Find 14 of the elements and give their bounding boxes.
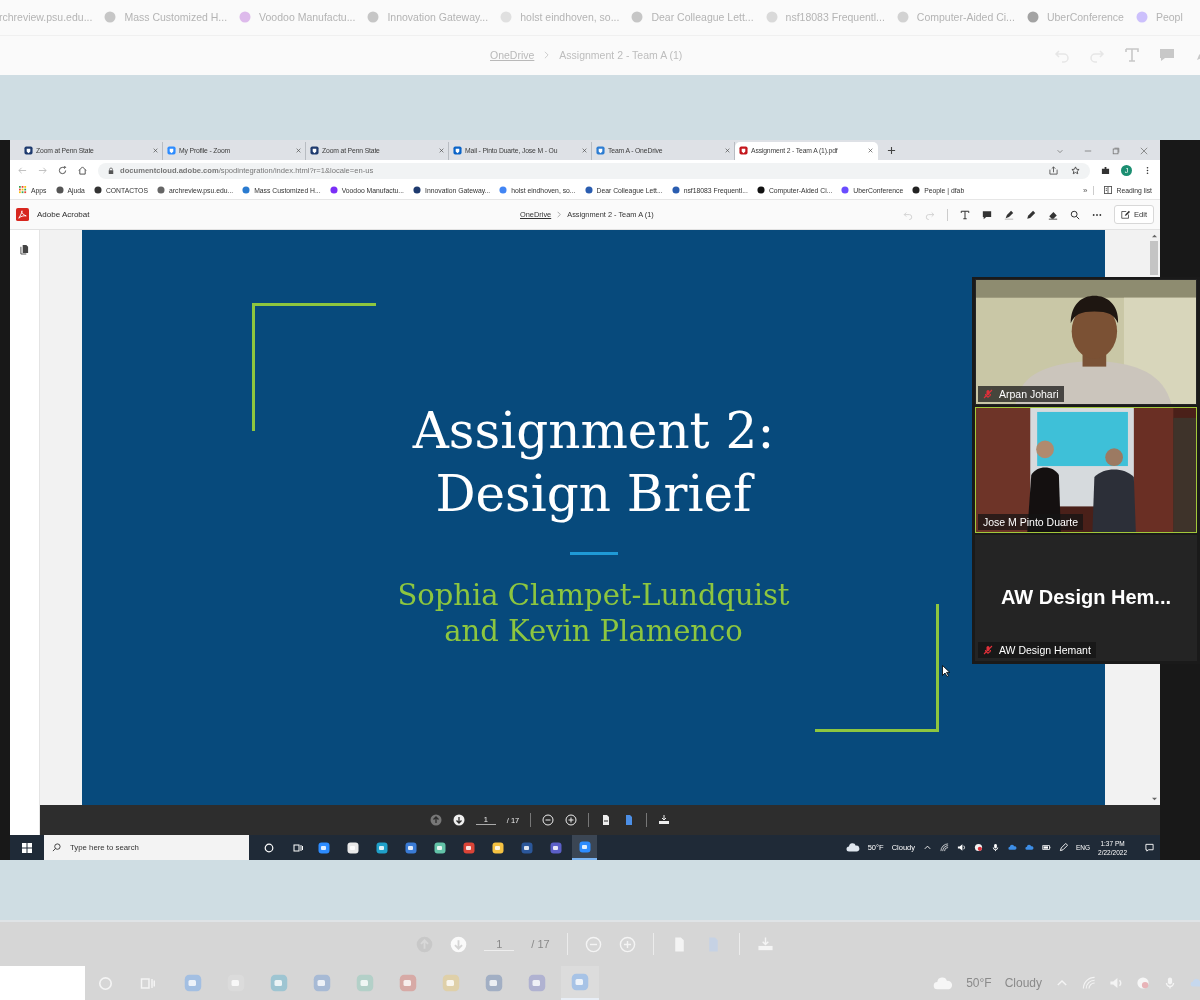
video-tile[interactable]: Jose M Pinto Duarte [975, 407, 1197, 533]
video-tile[interactable]: AW Design Hem... AW Design Hemant [975, 535, 1197, 661]
page-count: / 17 [531, 938, 550, 950]
app-name: Adobe Acrobat [37, 210, 90, 220]
participant-name: AW Design Hem... [1000, 586, 1172, 609]
slide-subtitle: Sophia Clampet-Lundquist and Kevin Plamenco [397, 577, 790, 649]
name-label: Arpan Johari [978, 386, 1064, 402]
video-tile[interactable]: Arpan Johari [975, 279, 1197, 405]
name-label: AW Design Hemant [978, 642, 1096, 658]
temperature: 50°F [966, 976, 992, 990]
name-label: Jose M Pinto Duarte [978, 514, 1084, 530]
slide-title: Assignment 2: Design Brief [412, 401, 775, 525]
more-bookmarks-button[interactable]: » [1083, 185, 1095, 195]
weather-text: Cloudy [1004, 976, 1042, 990]
